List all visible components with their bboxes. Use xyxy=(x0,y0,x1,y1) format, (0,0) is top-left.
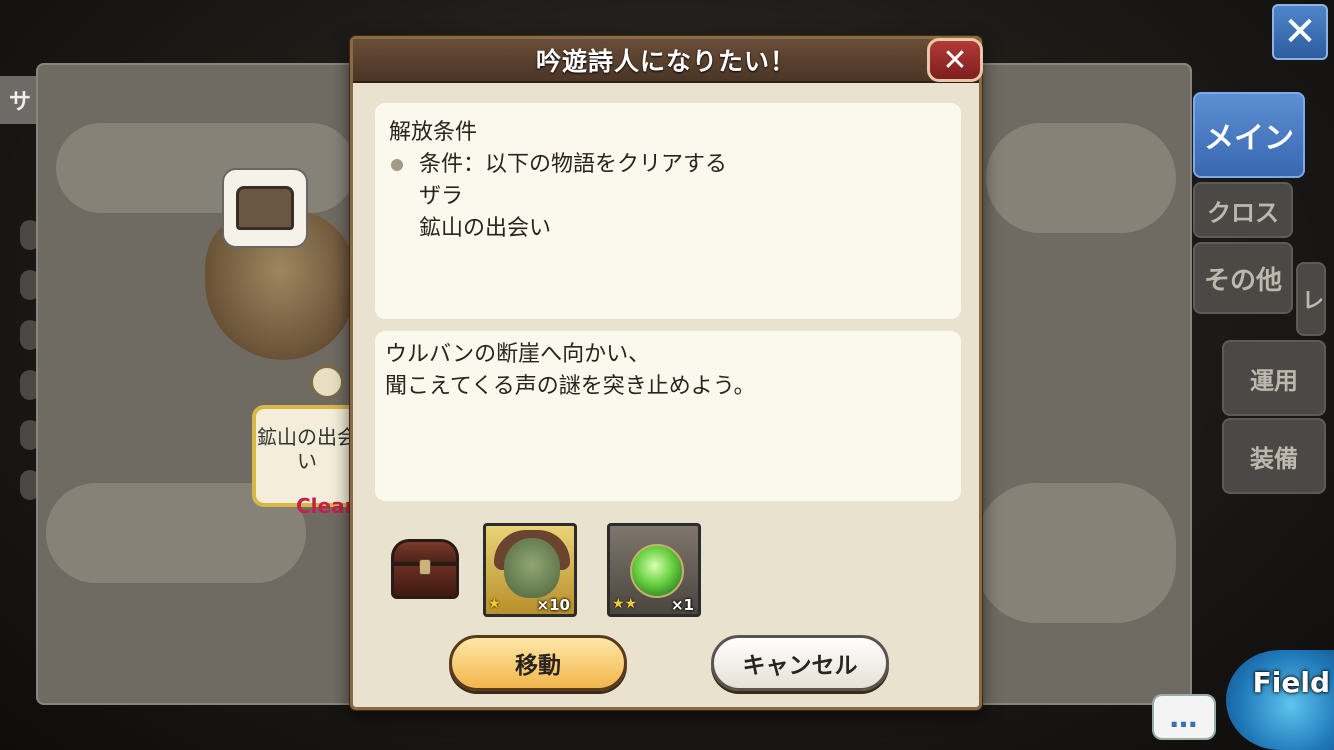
chat-button[interactable]: … xyxy=(1152,694,1216,740)
move-button[interactable]: 移動 xyxy=(449,635,627,691)
field-button[interactable]: Field xyxy=(1226,650,1334,750)
star-rating: ★★ xyxy=(612,596,638,612)
stage-card[interactable]: 鉱山の出会い xyxy=(252,405,362,507)
dialog-title: 吟遊詩人になりたい！ xyxy=(535,47,796,76)
dialog-header: 吟遊詩人になりたい！ xyxy=(353,39,979,83)
reward-quantity: ×10 xyxy=(536,596,570,614)
description-line: ウルバンの断崖へ向かい、 xyxy=(385,342,651,367)
cloud-decoration xyxy=(976,483,1176,623)
condition-text: 条件：以下の物語をクリアする xyxy=(419,152,728,177)
stage-node-pin xyxy=(310,365,344,399)
description-line: 聞こえてくる声の謎を突き止めよう。 xyxy=(385,374,756,399)
tab-partial[interactable]: レ xyxy=(1296,262,1326,336)
tab-ops[interactable]: 運用 xyxy=(1222,340,1326,416)
tab-equip[interactable]: 装備 xyxy=(1222,418,1326,494)
screen-close-button[interactable]: ✕ xyxy=(1272,4,1328,60)
unlock-conditions-box: 解放条件 条件：以下の物語をクリアする ザラ 鉱山の出会い xyxy=(375,103,961,319)
bullet-icon xyxy=(391,159,403,171)
tab-other[interactable]: その他 xyxy=(1193,242,1293,314)
treasure-chest-icon xyxy=(389,539,461,601)
close-icon: ✕ xyxy=(1283,9,1317,55)
quest-description-box: ウルバンの断崖へ向かい、 聞こえてくる声の謎を突き止めよう。 xyxy=(375,331,961,501)
reward-orb[interactable]: ★★ ×1 xyxy=(607,523,701,617)
condition-story-title: 鉱山の出会い xyxy=(419,216,552,241)
cancel-button[interactable]: キャンセル xyxy=(711,635,889,691)
green-orb-icon xyxy=(630,544,684,598)
chest-bubble[interactable] xyxy=(222,168,308,248)
tab-cross[interactable]: クロス xyxy=(1193,182,1293,238)
field-label: Field xyxy=(1252,666,1330,699)
tab-main[interactable]: メイン xyxy=(1193,92,1305,178)
dialog-close-button[interactable]: ✕ xyxy=(927,38,983,82)
treasure-chest-icon xyxy=(236,186,294,230)
rewards-row: ★ ×10 ★★ ×1 xyxy=(389,523,789,619)
condition-item: 条件：以下の物語をクリアする xyxy=(389,149,947,181)
chat-bubble-icon: … xyxy=(1169,700,1199,734)
reward-character[interactable]: ★ ×10 xyxy=(483,523,577,617)
star-rating: ★ xyxy=(488,596,501,612)
top-left-tab[interactable]: サ xyxy=(0,76,40,124)
quest-dialog: 吟遊詩人になりたい！ ✕ 解放条件 条件：以下の物語をクリアする ザラ 鉱山の出… xyxy=(350,36,983,710)
cloud-decoration xyxy=(986,123,1176,233)
cloud-decoration xyxy=(56,123,356,213)
reward-quantity: ×1 xyxy=(670,596,694,614)
character-face xyxy=(504,538,560,598)
close-icon: ✕ xyxy=(942,42,968,78)
condition-story-name: ザラ xyxy=(419,184,464,209)
stage-clear-label: Clear xyxy=(296,494,355,518)
conditions-heading: 解放条件 xyxy=(389,120,478,145)
